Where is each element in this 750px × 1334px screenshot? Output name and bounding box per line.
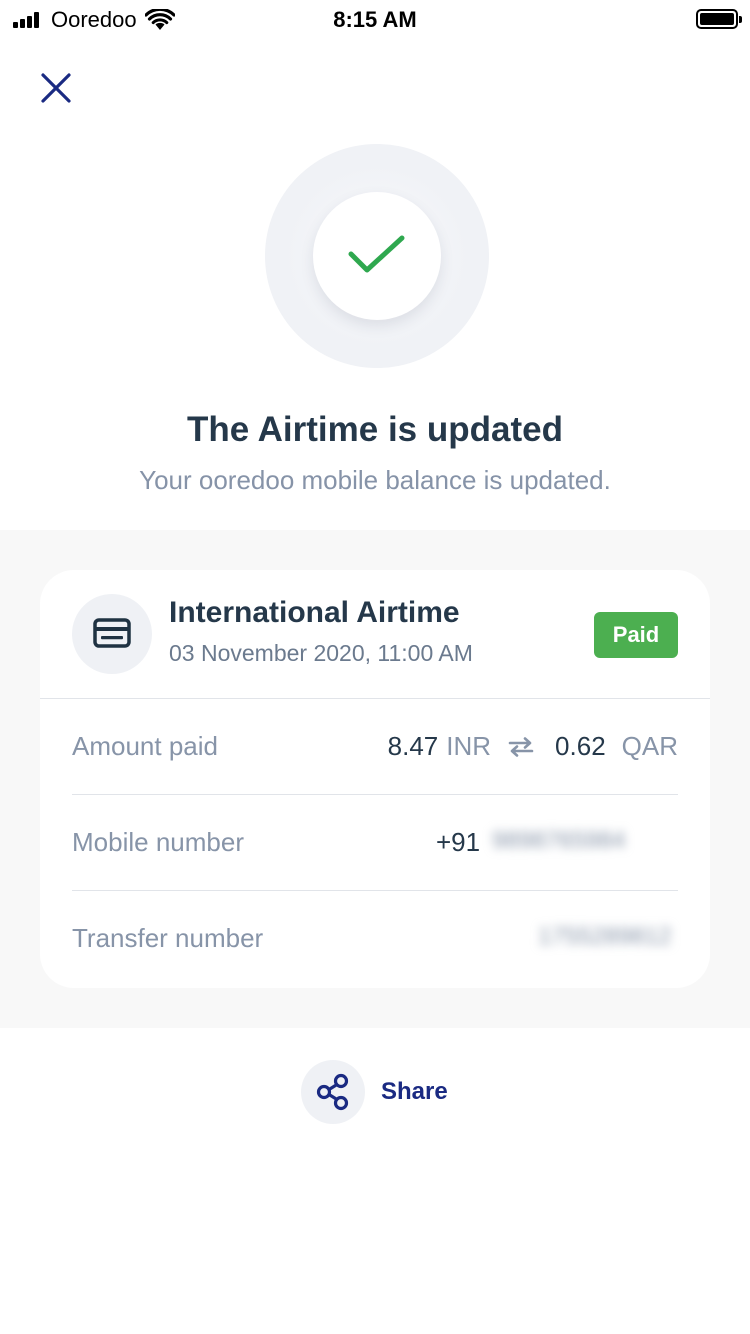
status-time: 8:15 AM bbox=[333, 7, 417, 32]
close-icon bbox=[41, 73, 71, 103]
amount-paid-label: Amount paid bbox=[72, 731, 218, 761]
status-bar: Ooredoo 8:15 AM bbox=[0, 0, 750, 40]
result-subtitle: Your ooredoo mobile balance is updated. bbox=[139, 465, 611, 495]
transaction-card: International Airtime 03 November 2020, … bbox=[40, 570, 710, 988]
transfer-number-label: Transfer number bbox=[72, 923, 264, 953]
battery-icon bbox=[696, 9, 742, 29]
swap-arrows-icon bbox=[508, 736, 534, 757]
amount-currency: INR bbox=[446, 731, 492, 761]
check-icon bbox=[348, 235, 405, 273]
mobile-number-label: Mobile number bbox=[72, 827, 244, 857]
mobile-number-row: Mobile number +91 9898765984 bbox=[72, 795, 678, 891]
result-title: The Airtime is updated bbox=[187, 410, 563, 449]
amount-value: 8.47 bbox=[387, 731, 439, 761]
share-label[interactable]: Share bbox=[381, 1078, 448, 1106]
mobile-number-value: 9898765984 bbox=[492, 827, 626, 854]
close-button[interactable] bbox=[36, 68, 76, 108]
transaction-date: 03 November 2020, 11:00 AM bbox=[169, 640, 473, 666]
mobile-number-prefix: +91 bbox=[436, 827, 481, 857]
share-button[interactable] bbox=[301, 1060, 365, 1124]
card-icon bbox=[93, 618, 131, 648]
card-icon-wrapper bbox=[72, 594, 152, 674]
status-badge: Paid bbox=[594, 612, 678, 658]
transfer-number-value: 1755289812 bbox=[538, 923, 672, 950]
share-icon bbox=[316, 1073, 349, 1111]
transaction-title: International Airtime bbox=[169, 596, 460, 629]
converted-amount-currency: QAR bbox=[621, 731, 678, 761]
amount-paid-value: 8.47 INR 0.62 QAR bbox=[388, 731, 678, 762]
converted-amount-value: 0.62 bbox=[555, 731, 606, 761]
transfer-number-row: Transfer number 1755289812 bbox=[72, 891, 678, 987]
amount-paid-row: Amount paid 8.47 INR 0.62 QAR bbox=[72, 699, 678, 795]
